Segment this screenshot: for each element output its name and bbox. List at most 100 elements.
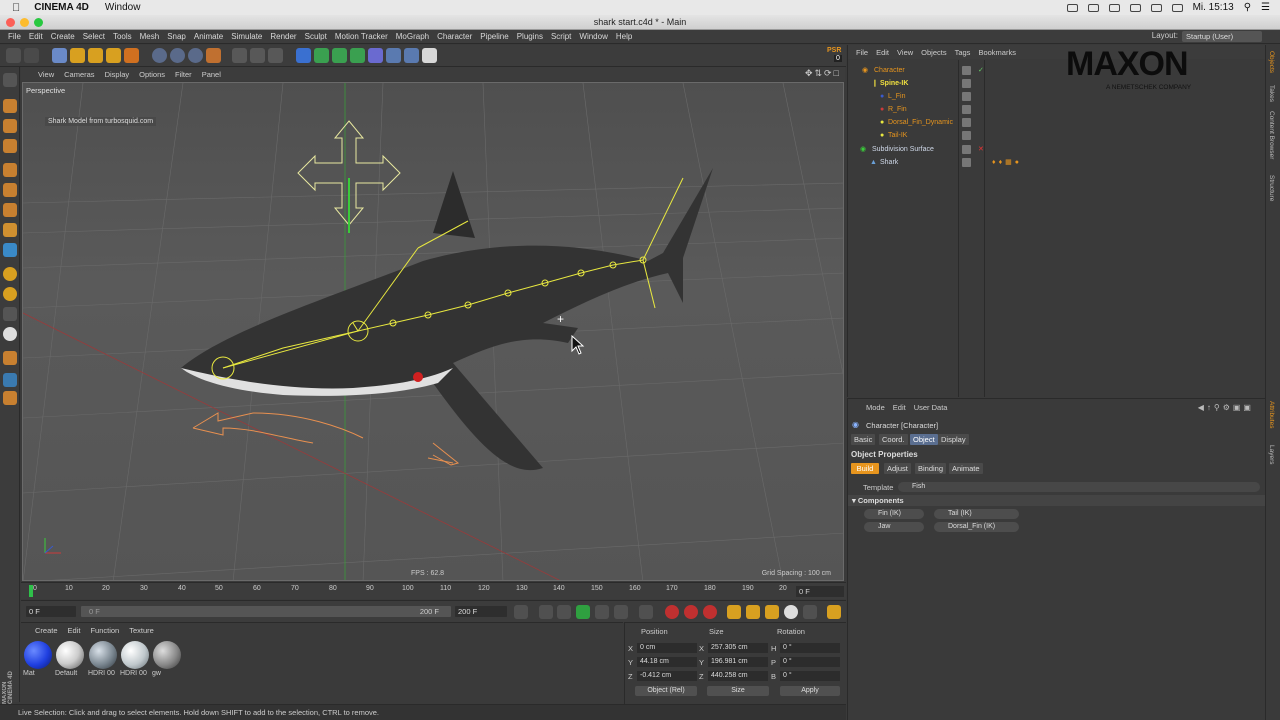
attr-menu-user-data[interactable]: User Data bbox=[910, 403, 952, 412]
attr-nav-icons[interactable]: ◀↑⚲⚙▣▣ bbox=[1194, 403, 1258, 412]
snap-icon[interactable] bbox=[3, 267, 17, 281]
key-scale-icon[interactable] bbox=[746, 605, 760, 619]
viewport[interactable]: + Perspective Shark Model from turbosqui… bbox=[22, 82, 844, 581]
floor-icon[interactable] bbox=[386, 48, 401, 63]
key-position-icon[interactable] bbox=[727, 605, 741, 619]
minimize-window-button[interactable] bbox=[20, 18, 29, 27]
obj-menu-tags[interactable]: Tags bbox=[951, 48, 975, 57]
next-frame-icon[interactable] bbox=[595, 605, 609, 619]
menu-mograph[interactable]: MoGraph bbox=[394, 32, 435, 41]
obj-menu-view[interactable]: View bbox=[893, 48, 917, 57]
pos-x-field[interactable]: 0 cm bbox=[637, 643, 697, 653]
coordinate-mode-select[interactable]: Object (Rel) bbox=[635, 686, 697, 696]
preview-range-slider[interactable]: 0 F 200 F bbox=[81, 606, 451, 617]
layout-select[interactable]: Startup (User) bbox=[1182, 31, 1262, 42]
component-jaw[interactable]: Jaw bbox=[864, 522, 924, 532]
component-dorsal-fin-ik[interactable]: Dorsal_Fin (IK) bbox=[934, 522, 1019, 532]
redo-icon[interactable] bbox=[24, 48, 39, 63]
menu-edit[interactable]: Edit bbox=[27, 32, 49, 41]
subtab-animate[interactable]: Animate bbox=[949, 463, 983, 474]
menu-simulate[interactable]: Simulate bbox=[229, 32, 268, 41]
move-icon[interactable] bbox=[70, 48, 85, 63]
object-tags-icons[interactable]: ♦♦▦● bbox=[992, 156, 1022, 169]
obj-menu-objects[interactable]: Objects bbox=[917, 48, 950, 57]
battery-icon[interactable] bbox=[1171, 3, 1183, 12]
menu-render[interactable]: Render bbox=[268, 32, 302, 41]
tab-display[interactable]: Display bbox=[938, 434, 969, 445]
menu-mesh[interactable]: Mesh bbox=[138, 32, 166, 41]
menu-sculpt[interactable]: Sculpt bbox=[303, 32, 333, 41]
tool-icon[interactable] bbox=[3, 391, 17, 405]
jaw-controller[interactable] bbox=[413, 372, 423, 382]
quantize-icon[interactable] bbox=[3, 287, 17, 301]
wifi-icon[interactable] bbox=[1150, 3, 1162, 12]
material-menu-texture[interactable]: Texture bbox=[129, 626, 164, 635]
size-y-field[interactable]: 196.981 cm bbox=[708, 657, 768, 667]
material-hdri-00-b[interactable]: HDRI 00 bbox=[120, 641, 150, 681]
record-keys-icon[interactable] bbox=[665, 605, 679, 619]
viewport-menu-view[interactable]: View bbox=[33, 70, 59, 79]
points-mode-icon[interactable] bbox=[3, 163, 17, 177]
side-tab-layers[interactable]: Layers bbox=[1268, 445, 1275, 465]
enabled-check-icon[interactable]: ✓ bbox=[978, 64, 984, 77]
side-tab-objects[interactable]: Objects bbox=[1268, 51, 1275, 73]
deformer-icon[interactable] bbox=[368, 48, 383, 63]
object-row-shark[interactable]: ▲ Shark ♦♦▦● bbox=[852, 156, 1262, 169]
current-frame-field[interactable]: 0 F bbox=[796, 586, 844, 597]
object-row-r-fin[interactable]: ● R_Fin bbox=[852, 103, 1262, 116]
keyframe-selection-icon[interactable] bbox=[703, 605, 717, 619]
menu-animate[interactable]: Animate bbox=[192, 32, 229, 41]
menu-snap[interactable]: Snap bbox=[165, 32, 192, 41]
subtab-build[interactable]: Build bbox=[851, 463, 879, 474]
subtab-binding[interactable]: Binding bbox=[915, 463, 947, 474]
side-tab-structure[interactable]: Structure bbox=[1268, 175, 1275, 201]
viewport-camera-label[interactable]: Perspective bbox=[26, 86, 65, 95]
material-menu-edit[interactable]: Edit bbox=[68, 626, 91, 635]
side-tab-attributes[interactable]: Attributes bbox=[1268, 401, 1275, 428]
obj-menu-edit[interactable]: Edit bbox=[872, 48, 893, 57]
prev-key-icon[interactable] bbox=[539, 605, 553, 619]
render-view-icon[interactable] bbox=[232, 48, 247, 63]
workflow-icon[interactable] bbox=[3, 351, 17, 365]
material-menu-function[interactable]: Function bbox=[90, 626, 129, 635]
prev-frame-icon[interactable] bbox=[557, 605, 571, 619]
viewport-menu-panel[interactable]: Panel bbox=[197, 70, 226, 79]
visibility-icon[interactable] bbox=[962, 118, 971, 127]
x-axis-lock-icon[interactable] bbox=[152, 48, 167, 63]
object-row-tail-ik[interactable]: ● Tail-IK bbox=[852, 129, 1262, 142]
visibility-icon[interactable] bbox=[962, 66, 971, 75]
key-parameter-icon[interactable] bbox=[784, 605, 798, 619]
viewport-menu-cameras[interactable]: Cameras bbox=[59, 70, 99, 79]
render-settings-icon[interactable] bbox=[268, 48, 283, 63]
undo-icon[interactable] bbox=[6, 48, 21, 63]
notifications-icon[interactable]: ☰ bbox=[1261, 2, 1270, 13]
next-key-icon[interactable] bbox=[614, 605, 628, 619]
object-row-subdivision-surface[interactable]: ◉ Subdivision Surface ✕ bbox=[852, 143, 1262, 156]
spotlight-icon[interactable]: ⚲ bbox=[1244, 2, 1251, 13]
pos-z-field[interactable]: -0.412 cm bbox=[637, 671, 697, 681]
close-window-button[interactable] bbox=[6, 18, 15, 27]
window-menu[interactable]: Window bbox=[105, 2, 141, 13]
rot-p-field[interactable]: 0 ° bbox=[780, 657, 840, 667]
side-tab-content-browser[interactable]: Content Browser bbox=[1268, 111, 1275, 159]
make-editable-icon[interactable] bbox=[3, 73, 17, 87]
visibility-icon[interactable] bbox=[962, 131, 971, 140]
menu-help[interactable]: Help bbox=[614, 32, 638, 41]
rot-h-field[interactable]: 0 ° bbox=[780, 643, 840, 653]
visibility-icon[interactable] bbox=[962, 92, 971, 101]
visibility-icon[interactable] bbox=[962, 105, 971, 114]
menu-plugins[interactable]: Plugins bbox=[515, 32, 549, 41]
solo-icon[interactable] bbox=[3, 307, 17, 321]
viewport-menu-options[interactable]: Options bbox=[134, 70, 170, 79]
clock[interactable]: Mi. 15:13 bbox=[1193, 2, 1234, 13]
component-tail-ik[interactable]: Tail (IK) bbox=[934, 509, 1019, 519]
record-icon[interactable] bbox=[1087, 3, 1099, 12]
texture-mode-icon[interactable] bbox=[3, 119, 17, 133]
material-default[interactable]: Default bbox=[55, 641, 85, 681]
tweak-mode-icon[interactable] bbox=[3, 243, 17, 257]
timeline-menu-icon[interactable] bbox=[827, 605, 841, 619]
material-mat[interactable]: Mat bbox=[23, 641, 53, 681]
menu-script[interactable]: Script bbox=[549, 32, 577, 41]
y-axis-lock-icon[interactable] bbox=[170, 48, 185, 63]
apple-icon[interactable]:  bbox=[12, 2, 20, 14]
